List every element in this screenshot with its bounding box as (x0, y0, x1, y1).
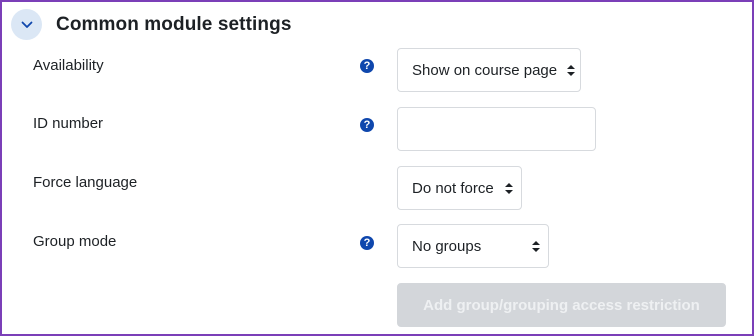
sort-caret-icon (532, 240, 540, 252)
section-title: Common module settings (56, 13, 292, 35)
settings-panel: Common module settings Availability ? Sh… (0, 0, 754, 336)
group-mode-select-value: No groups (412, 237, 482, 255)
question-circle-icon[interactable]: ? (360, 236, 374, 250)
section-header: Common module settings (11, 9, 292, 40)
availability-select-value: Show on course page (412, 61, 558, 79)
add-group-restriction-button[interactable]: Add group/grouping access restriction (397, 283, 726, 327)
availability-select[interactable]: Show on course page (397, 48, 581, 92)
sort-caret-icon (505, 182, 513, 194)
chevron-down-icon (21, 21, 32, 28)
id-number-input[interactable] (397, 107, 596, 151)
question-circle-icon[interactable]: ? (360, 59, 374, 73)
collapse-toggle-button[interactable] (11, 9, 42, 40)
group-mode-select[interactable]: No groups (397, 224, 549, 268)
sort-caret-icon (567, 64, 576, 76)
question-circle-icon[interactable]: ? (360, 118, 374, 132)
availability-label: Availability (33, 57, 104, 74)
group-mode-label: Group mode (33, 233, 117, 250)
force-language-label: Force language (33, 174, 138, 191)
force-language-select-value: Do not force (412, 179, 494, 197)
id-number-label: ID number (33, 115, 104, 132)
force-language-select[interactable]: Do not force (397, 166, 522, 210)
